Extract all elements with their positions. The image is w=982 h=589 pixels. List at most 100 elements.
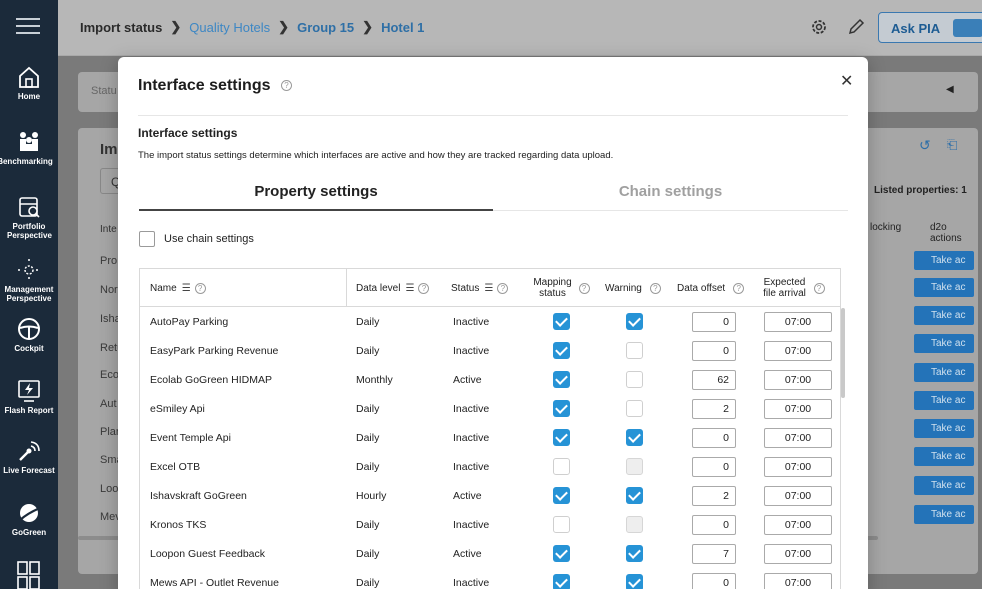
data-offset-input[interactable]: 0 — [692, 514, 736, 535]
column-header-name[interactable]: Name ☰ ? — [150, 269, 206, 307]
sidebar-item-flash-report[interactable]: Flash Report — [0, 378, 58, 415]
take-action-button[interactable]: Take ac — [914, 251, 974, 270]
help-icon[interactable]: ? — [418, 282, 430, 294]
export-icon[interactable]: ⎗ — [947, 137, 957, 153]
menu-icon[interactable] — [16, 18, 40, 36]
grid-icon[interactable] — [16, 560, 42, 589]
file-arrival-input[interactable]: 07:00 — [764, 398, 832, 419]
file-arrival-input[interactable]: 07:00 — [764, 485, 832, 506]
help-icon[interactable]: ? — [649, 282, 661, 294]
column-header-status[interactable]: Status ☰ ? — [451, 269, 509, 307]
status-select[interactable]: Statu — [91, 85, 117, 97]
row-name: Loopon Guest Feedback — [150, 547, 265, 560]
sidebar-item-gogreen[interactable]: GoGreen — [0, 500, 58, 537]
file-arrival-input[interactable]: 07:00 — [764, 427, 832, 448]
warning-checkbox[interactable] — [626, 313, 643, 330]
take-action-button[interactable]: Take ac — [914, 447, 974, 466]
help-icon[interactable]: ? — [813, 282, 825, 294]
file-arrival-input[interactable]: 07:00 — [764, 311, 832, 332]
ask-pia-button[interactable]: Ask PIA — [878, 12, 982, 43]
data-offset-input[interactable]: 0 — [692, 456, 736, 477]
take-action-button[interactable]: Take ac — [914, 278, 974, 297]
row-status: Active — [453, 547, 482, 560]
mapping-checkbox[interactable] — [553, 429, 570, 446]
file-arrival-input[interactable]: 07:00 — [764, 514, 832, 535]
file-arrival-input[interactable]: 07:00 — [764, 572, 832, 589]
file-arrival-input[interactable]: 07:00 — [764, 456, 832, 477]
sidebar-item-management[interactable]: Management Perspective — [0, 257, 58, 303]
sidebar-item-portfolio[interactable]: Portfolio Perspective — [0, 194, 58, 240]
table-row: Excel OTB Daily Inactive 0 07:00 — [140, 452, 840, 481]
pencil-icon[interactable] — [847, 18, 865, 36]
mapping-checkbox[interactable] — [553, 371, 570, 388]
sidebar-item-live-forecast[interactable]: Live Forecast — [0, 438, 58, 475]
warning-checkbox[interactable] — [626, 400, 643, 417]
mapping-checkbox[interactable] — [553, 574, 570, 589]
file-arrival-input[interactable]: 07:00 — [764, 369, 832, 390]
refresh-icon[interactable]: ↺ — [919, 137, 931, 154]
mapping-checkbox[interactable] — [553, 458, 570, 475]
filter-icon[interactable]: ☰ — [484, 283, 493, 294]
take-action-button[interactable]: Take ac — [914, 419, 974, 438]
take-action-button[interactable]: Take ac — [914, 505, 974, 524]
data-offset-input[interactable]: 0 — [692, 340, 736, 361]
gear-icon[interactable] — [810, 18, 828, 36]
warning-checkbox[interactable] — [626, 371, 643, 388]
collapse-icon[interactable]: ◀ — [946, 84, 954, 95]
column-header-data-level[interactable]: Data level ☰ ? — [356, 269, 430, 307]
breadcrumb-hotel[interactable]: Hotel 1 — [381, 20, 424, 35]
warning-checkbox[interactable] — [626, 429, 643, 446]
help-icon[interactable]: ? — [733, 282, 745, 294]
warning-checkbox[interactable] — [626, 487, 643, 504]
sidebar-item-benchmarking[interactable]: Benchmarking — [0, 129, 58, 166]
take-action-button[interactable]: Take ac — [914, 363, 974, 382]
mapping-checkbox[interactable] — [553, 313, 570, 330]
mapping-checkbox[interactable] — [553, 342, 570, 359]
data-offset-input[interactable]: 0 — [692, 572, 736, 589]
data-offset-input[interactable]: 62 — [692, 369, 736, 390]
data-offset-input[interactable]: 2 — [692, 398, 736, 419]
column-header-arrival[interactable]: Expected file arrival ? — [758, 269, 828, 307]
take-action-button[interactable]: Take ac — [914, 306, 974, 325]
take-action-button[interactable]: Take ac — [914, 476, 974, 495]
mapping-checkbox[interactable] — [553, 516, 570, 533]
take-action-button[interactable]: Take ac — [914, 334, 974, 353]
mapping-checkbox[interactable] — [553, 487, 570, 504]
breadcrumb-group[interactable]: Group 15 — [297, 20, 354, 35]
row-name: Kronos TKS — [150, 518, 207, 531]
data-offset-input[interactable]: 0 — [692, 311, 736, 332]
warning-checkbox[interactable] — [626, 342, 643, 359]
column-header-offset[interactable]: Data offset ? — [677, 269, 745, 307]
mapping-checkbox[interactable] — [553, 545, 570, 562]
vertical-scrollbar[interactable] — [841, 308, 845, 398]
warning-checkbox[interactable] — [626, 574, 643, 589]
breadcrumb-import-status[interactable]: Import status — [80, 20, 162, 35]
help-icon[interactable]: ? — [194, 282, 206, 294]
data-offset-input[interactable]: 7 — [692, 543, 736, 564]
column-header-warning[interactable]: Warning ? — [605, 269, 661, 307]
use-chain-settings[interactable]: Use chain settings — [139, 231, 254, 247]
column-header-mapping[interactable]: Mapping status ? — [528, 269, 592, 307]
mapping-checkbox[interactable] — [553, 400, 570, 417]
close-icon[interactable]: ✕ — [840, 71, 853, 91]
tab-chain-settings[interactable]: Chain settings — [493, 183, 848, 200]
file-arrival-input[interactable]: 07:00 — [764, 340, 832, 361]
help-icon[interactable]: ? — [280, 80, 292, 92]
filter-icon[interactable]: ☰ — [182, 283, 191, 294]
warning-checkbox[interactable] — [626, 545, 643, 562]
file-arrival-input[interactable]: 07:00 — [764, 543, 832, 564]
tab-property-settings[interactable]: Property settings — [139, 183, 493, 200]
take-action-button[interactable]: Take ac — [914, 391, 974, 410]
sidebar-item-cockpit[interactable]: Cockpit — [0, 316, 58, 353]
filter-icon[interactable]: ☰ — [405, 283, 414, 294]
use-chain-checkbox[interactable] — [139, 231, 155, 247]
data-offset-input[interactable]: 0 — [692, 427, 736, 448]
help-icon[interactable]: ? — [578, 282, 590, 294]
gogreen-icon — [19, 504, 41, 522]
help-icon[interactable]: ? — [497, 282, 509, 294]
breadcrumb-chain[interactable]: Quality Hotels — [189, 20, 270, 35]
data-offset-input[interactable]: 2 — [692, 485, 736, 506]
use-chain-label: Use chain settings — [164, 233, 254, 245]
sidebar-item-home[interactable]: Home — [0, 64, 58, 101]
listed-properties-count: Listed properties: 1 — [874, 185, 967, 196]
